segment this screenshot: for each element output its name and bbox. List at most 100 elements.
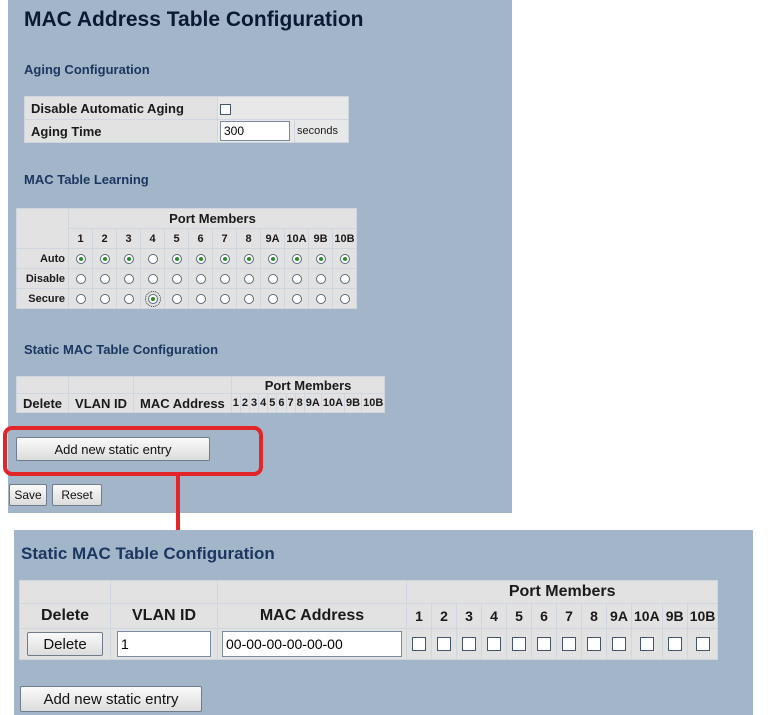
static-port-members-header: Port Members	[230, 376, 386, 394]
learning-radio-secure-port-2[interactable]	[99, 293, 110, 304]
port-member-checkbox-4[interactable]	[487, 636, 501, 651]
learning-port-header: 9B	[308, 228, 333, 249]
static-port-header: 3	[249, 393, 260, 413]
static-port-header: 5	[267, 393, 278, 413]
port-member-checkbox-10a[interactable]	[639, 636, 654, 651]
zoom-port-header: 9A	[606, 603, 632, 629]
static-mac-table: Port Members Delete VLAN ID MAC Address …	[15, 376, 386, 413]
port-member-checkbox-9b[interactable]	[667, 636, 682, 651]
port-member-checkbox-8[interactable]	[587, 636, 601, 651]
vlan-id-input[interactable]	[117, 631, 211, 657]
port-member-checkbox-5[interactable]	[512, 636, 526, 651]
learning-radio-secure-port-8[interactable]	[243, 293, 254, 304]
static-heading: Static MAC Table Configuration	[24, 342, 219, 357]
zoom-port-header: 1	[406, 603, 432, 629]
port-member-checkbox-10b[interactable]	[695, 636, 710, 651]
learning-radio-disable-port-1[interactable]	[75, 273, 86, 284]
learning-radio-auto-port-7[interactable]	[219, 253, 230, 264]
port-member-checkbox-7[interactable]	[562, 636, 576, 651]
zoom-port-header: 9B	[661, 603, 688, 629]
learning-radio-disable-port-9b[interactable]	[315, 273, 326, 284]
learning-radio-disable-port-5[interactable]	[171, 273, 182, 284]
delete-entry-button[interactable]: Delete	[27, 632, 103, 656]
zoom-port-header: 10A	[631, 603, 663, 629]
learning-radio-disable-port-9a[interactable]	[267, 273, 278, 284]
zoom-col-mac: MAC Address	[217, 603, 407, 629]
zoom-port-header: 3	[456, 603, 482, 629]
learning-mode-label: Secure	[16, 288, 69, 309]
learning-port-header: 9A	[260, 228, 285, 249]
learning-radio-auto-port-1[interactable]	[75, 253, 86, 264]
learning-port-header: 1	[68, 228, 93, 249]
learning-mode-label: Auto	[16, 248, 69, 269]
learning-radio-secure-port-10a[interactable]	[291, 293, 302, 304]
learning-radio-auto-port-8[interactable]	[243, 253, 254, 264]
zoom-port-members-header: Port Members	[405, 580, 719, 604]
learning-radio-auto-port-2[interactable]	[99, 253, 110, 264]
aging-time-label: Aging Time	[24, 119, 218, 143]
learning-port-header: 2	[92, 228, 117, 249]
learning-radio-auto-port-4[interactable]	[147, 253, 158, 264]
aging-time-input[interactable]	[220, 121, 290, 141]
learning-radio-secure-port-9a[interactable]	[267, 293, 278, 304]
aging-heading: Aging Configuration	[24, 62, 150, 77]
learning-radio-disable-port-7[interactable]	[219, 273, 230, 284]
learning-radio-secure-port-6[interactable]	[195, 293, 206, 304]
static-port-header: 10A	[320, 393, 346, 413]
learning-row-secure: Secure	[16, 288, 357, 309]
col-vlan: VLAN ID	[68, 393, 135, 413]
zoom-static-table: Port Members Delete VLAN ID MAC Address …	[19, 580, 719, 660]
learning-radio-secure-port-10b[interactable]	[339, 293, 350, 304]
learning-radio-auto-port-9a[interactable]	[267, 253, 278, 264]
highlight-frame	[3, 426, 263, 476]
port-member-checkbox-9a[interactable]	[612, 636, 626, 651]
zoom-col-vlan: VLAN ID	[110, 603, 218, 629]
zoom-port-header: 6	[531, 603, 557, 629]
learning-port-header: 6	[188, 228, 213, 249]
page-title: MAC Address Table Configuration	[24, 8, 364, 31]
col-delete: Delete	[15, 393, 70, 413]
learning-radio-auto-port-9b[interactable]	[315, 253, 326, 264]
port-member-checkbox-3[interactable]	[462, 636, 476, 651]
learning-radio-disable-port-6[interactable]	[195, 273, 206, 284]
aging-time-unit: seconds	[294, 119, 349, 143]
static-port-header: 7	[285, 393, 296, 413]
learning-mode-label: Disable	[16, 268, 69, 289]
learning-radio-disable-port-4[interactable]	[147, 273, 158, 284]
port-member-checkbox-1[interactable]	[412, 636, 426, 651]
mac-address-input[interactable]	[222, 631, 402, 657]
learning-radio-disable-port-8[interactable]	[243, 273, 254, 284]
learning-radio-auto-port-5[interactable]	[171, 253, 182, 264]
learning-radio-disable-port-3[interactable]	[123, 273, 134, 284]
static-entry-row: Delete	[19, 628, 719, 660]
learning-row-disable: Disable	[16, 268, 357, 289]
learning-radio-auto-port-10a[interactable]	[291, 253, 302, 264]
save-button[interactable]: Save	[9, 484, 47, 506]
learning-row-auto: Auto	[16, 248, 357, 269]
learning-radio-secure-port-3[interactable]	[123, 293, 134, 304]
learning-port-header: 5	[164, 228, 189, 249]
static-port-header: 9B	[344, 393, 363, 413]
learning-radio-disable-port-2[interactable]	[99, 273, 110, 284]
zoom-add-static-entry-button[interactable]: Add new static entry	[20, 686, 202, 712]
learning-radio-disable-port-10b[interactable]	[339, 273, 350, 284]
static-port-header: 2	[239, 393, 251, 413]
learning-radio-auto-port-6[interactable]	[195, 253, 206, 264]
disable-aging-checkbox[interactable]	[220, 103, 231, 115]
learning-radio-secure-port-5[interactable]	[171, 293, 182, 304]
learning-radio-auto-port-3[interactable]	[123, 253, 134, 264]
zoom-port-header: 7	[556, 603, 582, 629]
learning-radio-secure-port-1[interactable]	[75, 293, 86, 304]
port-member-checkbox-2[interactable]	[437, 636, 451, 651]
learning-radio-auto-port-10b[interactable]	[339, 253, 350, 264]
static-port-header: 1	[230, 393, 241, 413]
learning-radio-secure-port-7[interactable]	[219, 293, 230, 304]
reset-button[interactable]: Reset	[52, 484, 102, 506]
learning-radio-secure-port-9b[interactable]	[315, 293, 326, 304]
learning-radio-disable-port-10a[interactable]	[291, 273, 302, 284]
aging-table: Disable Automatic Aging Aging Time secon…	[24, 96, 349, 143]
learning-port-header: 4	[140, 228, 165, 249]
learning-radio-secure-port-4[interactable]	[144, 290, 161, 307]
learning-port-header: 10B	[332, 228, 357, 249]
port-member-checkbox-6[interactable]	[537, 636, 551, 651]
